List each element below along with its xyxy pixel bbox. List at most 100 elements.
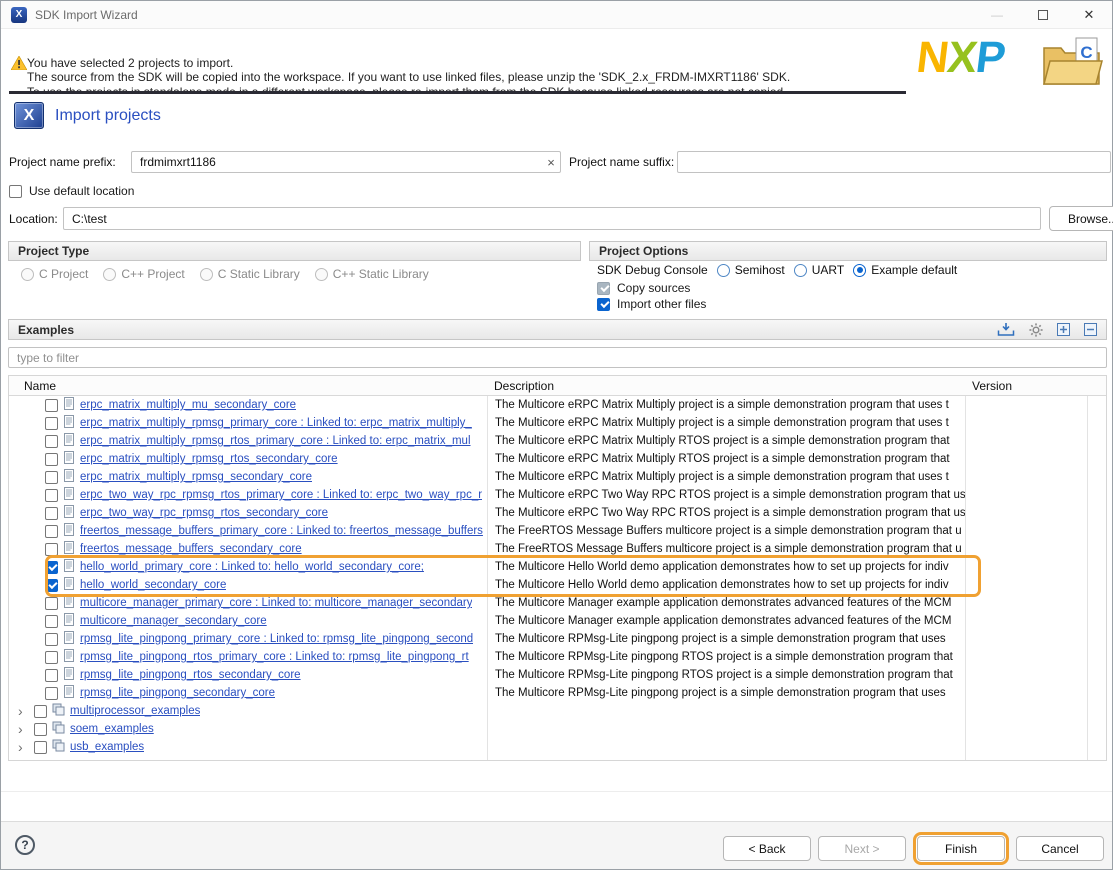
collapse-all-icon[interactable] xyxy=(1084,323,1097,336)
row-name-link[interactable]: erpc_two_way_rpc_rpmsg_rtos_secondary_co… xyxy=(80,507,328,519)
row-checkbox[interactable] xyxy=(45,471,58,484)
mcuxpresso-x-icon: X xyxy=(14,102,44,129)
row-name-link[interactable]: erpc_matrix_multiply_rpmsg_rtos_secondar… xyxy=(80,453,338,465)
radio-icon xyxy=(21,268,34,281)
row-name-link[interactable]: rpmsg_lite_pingpong_secondary_core xyxy=(80,687,275,699)
row-description: The FreeRTOS Message Buffers multicore p… xyxy=(487,525,965,537)
row-name-link[interactable]: erpc_matrix_multiply_rpmsg_rtos_primary_… xyxy=(80,435,471,447)
group-checkbox[interactable] xyxy=(34,723,47,736)
row-checkbox[interactable] xyxy=(45,417,58,430)
table-row[interactable]: rpmsg_lite_pingpong_rtos_secondary_core … xyxy=(9,666,1106,684)
chevron-right-icon[interactable]: › xyxy=(18,722,29,736)
table-row[interactable]: rpmsg_lite_pingpong_secondary_core The M… xyxy=(9,684,1106,702)
row-name-link[interactable]: rpmsg_lite_pingpong_primary_core : Linke… xyxy=(80,633,473,645)
row-name-link[interactable]: erpc_matrix_multiply_rpmsg_primary_core … xyxy=(80,417,472,429)
use-default-location-checkbox[interactable] xyxy=(9,185,22,198)
gear-icon[interactable] xyxy=(1029,323,1043,337)
sdk-console-radio-option[interactable]: UART xyxy=(794,263,844,277)
import-other-files-checkbox[interactable] xyxy=(597,298,610,311)
table-group-row[interactable]: › usb_examples xyxy=(9,738,1106,756)
radio-icon[interactable] xyxy=(853,264,866,277)
row-checkbox[interactable] xyxy=(45,561,58,574)
table-group-row[interactable]: › multiprocessor_examples xyxy=(9,702,1106,720)
cancel-button[interactable]: Cancel xyxy=(1016,836,1104,861)
table-row[interactable]: hello_world_secondary_core The Multicore… xyxy=(9,576,1106,594)
table-row[interactable]: rpmsg_lite_pingpong_primary_core : Linke… xyxy=(9,630,1106,648)
table-row[interactable]: erpc_matrix_multiply_rpmsg_rtos_primary_… xyxy=(9,432,1106,450)
row-name-link[interactable]: erpc_matrix_multiply_rpmsg_secondary_cor… xyxy=(80,471,312,483)
table-row[interactable]: multicore_manager_secondary_core The Mul… xyxy=(9,612,1106,630)
maximize-icon[interactable] xyxy=(1020,1,1066,28)
table-row[interactable]: erpc_two_way_rpc_rpmsg_rtos_secondary_co… xyxy=(9,504,1106,522)
use-default-location-label: Use default location xyxy=(29,184,134,198)
row-checkbox[interactable] xyxy=(45,633,58,646)
next-button[interactable]: Next > xyxy=(818,836,906,861)
back-button[interactable]: < Back xyxy=(723,836,811,861)
row-checkbox[interactable] xyxy=(45,489,58,502)
row-name-link[interactable]: rpmsg_lite_pingpong_rtos_secondary_core xyxy=(80,669,301,681)
row-checkbox[interactable] xyxy=(45,669,58,682)
group-name-link[interactable]: soem_examples xyxy=(70,723,154,735)
group-checkbox[interactable] xyxy=(34,705,47,718)
row-name-link[interactable]: freertos_message_buffers_secondary_core xyxy=(80,543,302,555)
help-icon[interactable]: ? xyxy=(15,835,35,855)
table-row[interactable]: freertos_message_buffers_primary_core : … xyxy=(9,522,1106,540)
row-checkbox[interactable] xyxy=(45,615,58,628)
svg-text:C: C xyxy=(1080,43,1092,62)
row-checkbox[interactable] xyxy=(45,507,58,520)
import-example-icon[interactable] xyxy=(997,322,1015,337)
browse-button[interactable]: Browse... xyxy=(1049,206,1113,231)
table-group-row[interactable]: › soem_examples xyxy=(9,720,1106,738)
row-checkbox[interactable] xyxy=(45,453,58,466)
row-checkbox[interactable] xyxy=(45,435,58,448)
row-checkbox[interactable] xyxy=(45,687,58,700)
row-checkbox[interactable] xyxy=(45,651,58,664)
row-name-link[interactable]: hello_world_secondary_core xyxy=(80,579,226,591)
radio-icon[interactable] xyxy=(717,264,730,277)
col-header-description[interactable]: Description xyxy=(487,379,965,393)
col-header-version[interactable]: Version xyxy=(965,379,1087,393)
row-description: The Multicore eRPC Matrix Multiply proje… xyxy=(487,417,965,429)
radio-icon[interactable] xyxy=(794,264,807,277)
row-name-link[interactable]: multicore_manager_primary_core : Linked … xyxy=(80,597,472,609)
row-checkbox[interactable] xyxy=(45,579,58,592)
finish-button[interactable]: Finish xyxy=(917,836,1005,861)
group-name-link[interactable]: usb_examples xyxy=(70,741,144,753)
table-row[interactable]: rpmsg_lite_pingpong_rtos_primary_core : … xyxy=(9,648,1106,666)
row-checkbox[interactable] xyxy=(45,543,58,556)
project-name-suffix-input[interactable] xyxy=(677,151,1111,173)
row-checkbox[interactable] xyxy=(45,399,58,412)
location-input[interactable] xyxy=(63,207,1041,230)
table-row[interactable]: erpc_matrix_multiply_rpmsg_rtos_secondar… xyxy=(9,450,1106,468)
clear-input-icon[interactable]: × xyxy=(542,151,560,173)
sdk-import-wizard-window: X SDK Import Wizard — ✕ You have selecte… xyxy=(0,0,1113,870)
chevron-right-icon[interactable]: › xyxy=(18,740,29,754)
row-checkbox[interactable] xyxy=(45,597,58,610)
close-icon[interactable]: ✕ xyxy=(1066,1,1112,28)
expand-all-icon[interactable] xyxy=(1057,323,1070,336)
project-name-prefix-input[interactable] xyxy=(131,151,561,173)
table-row[interactable]: hello_world_primary_core : Linked to: he… xyxy=(9,558,1106,576)
filter-input[interactable] xyxy=(8,347,1107,368)
table-row[interactable]: erpc_two_way_rpc_rpmsg_rtos_primary_core… xyxy=(9,486,1106,504)
row-checkbox[interactable] xyxy=(45,525,58,538)
table-row[interactable]: freertos_message_buffers_secondary_core … xyxy=(9,540,1106,558)
row-name-link[interactable]: freertos_message_buffers_primary_core : … xyxy=(80,525,483,537)
row-name-link[interactable]: hello_world_primary_core : Linked to: he… xyxy=(80,561,424,573)
example-file-icon xyxy=(63,487,75,503)
row-name-link[interactable]: rpmsg_lite_pingpong_rtos_primary_core : … xyxy=(80,651,469,663)
table-row[interactable]: erpc_matrix_multiply_rpmsg_primary_core … xyxy=(9,414,1106,432)
table-row[interactable]: erpc_matrix_multiply_mu_secondary_core T… xyxy=(9,396,1106,414)
row-name-link[interactable]: erpc_two_way_rpc_rpmsg_rtos_primary_core… xyxy=(80,489,482,501)
chevron-right-icon[interactable]: › xyxy=(18,704,29,718)
row-name-link[interactable]: erpc_matrix_multiply_mu_secondary_core xyxy=(80,399,296,411)
minimize-icon[interactable]: — xyxy=(974,1,1020,28)
sdk-console-radio-option[interactable]: Example default xyxy=(853,263,957,277)
table-row[interactable]: erpc_matrix_multiply_rpmsg_secondary_cor… xyxy=(9,468,1106,486)
group-checkbox[interactable] xyxy=(34,741,47,754)
row-name-link[interactable]: multicore_manager_secondary_core xyxy=(80,615,267,627)
sdk-console-radio-option[interactable]: Semihost xyxy=(717,263,785,277)
table-row[interactable]: multicore_manager_primary_core : Linked … xyxy=(9,594,1106,612)
group-name-link[interactable]: multiprocessor_examples xyxy=(70,705,200,717)
col-header-name[interactable]: Name xyxy=(9,379,487,393)
